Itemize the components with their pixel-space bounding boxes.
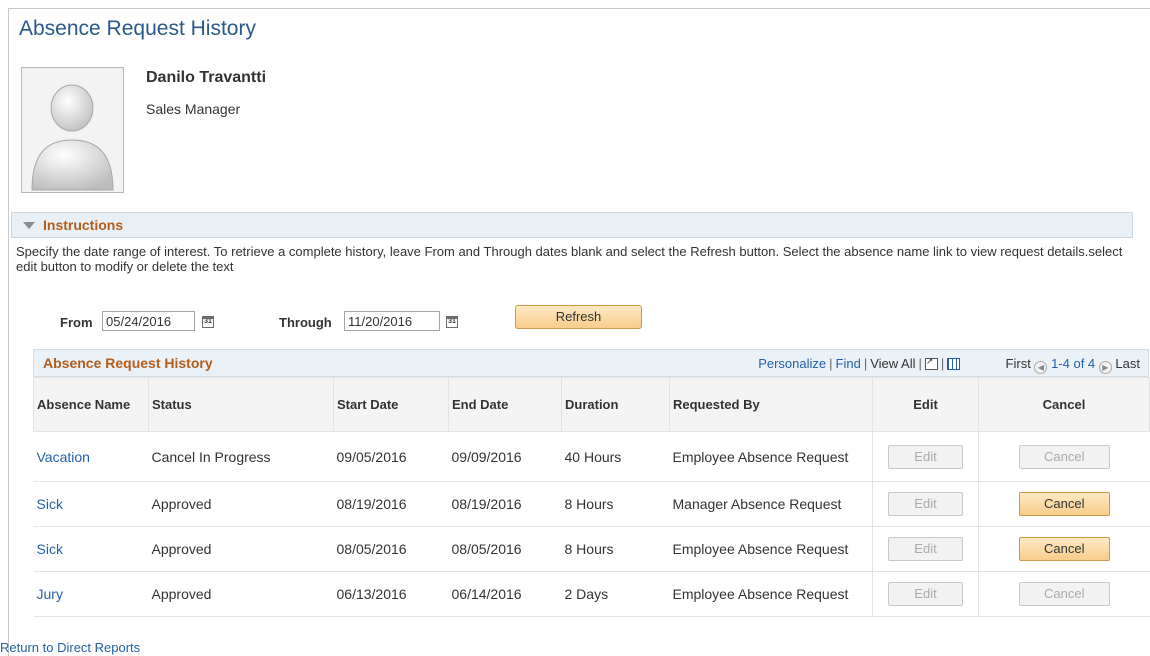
from-label: From — [60, 315, 93, 330]
start-date-cell: 09/05/2016 — [333, 431, 449, 482]
start-date-cell: 06/13/2016 — [333, 571, 449, 617]
employee-name: Danilo Travantti — [146, 69, 267, 86]
instructions-section-header[interactable]: Instructions — [11, 212, 1133, 238]
column-header-requested-by: Requested By — [669, 377, 873, 432]
edit-button-disabled: Edit — [888, 492, 963, 516]
through-label: Through — [279, 315, 332, 330]
requested-by-cell: Employee Absence Request — [669, 526, 873, 572]
column-header-status: Status — [148, 377, 334, 432]
return-to-direct-reports-link[interactable]: Return to Direct Reports — [0, 640, 140, 655]
download-spreadsheet-icon[interactable] — [947, 358, 961, 370]
table-row: Sick Approved 08/19/2016 08/19/2016 8 Ho… — [33, 481, 1150, 527]
instructions-text: Specify the date range of interest. To r… — [16, 244, 1123, 274]
column-header-cancel: Cancel — [978, 377, 1150, 432]
end-date-cell: 06/14/2016 — [448, 571, 562, 617]
column-header-end-date: End Date — [448, 377, 562, 432]
edit-button-disabled: Edit — [888, 444, 963, 469]
duration-cell: 8 Hours — [561, 481, 670, 527]
status-cell: Approved — [148, 571, 334, 617]
collapse-triangle-icon[interactable] — [23, 222, 35, 229]
start-date-cell: 08/05/2016 — [333, 526, 449, 572]
cancel-button[interactable]: Cancel — [1018, 537, 1110, 561]
cancel-button-disabled: Cancel — [1018, 444, 1110, 469]
person-silhouette-icon — [22, 68, 123, 192]
absence-name-link[interactable]: Jury — [37, 586, 63, 602]
status-cell: Approved — [148, 526, 334, 572]
table-row: Vacation Cancel In Progress 09/05/2016 0… — [33, 431, 1150, 482]
column-header-start-date: Start Date — [333, 377, 449, 432]
edit-button-disabled: Edit — [888, 537, 963, 561]
from-calendar-icon[interactable]: 31 — [202, 316, 214, 328]
requested-by-cell: Manager Absence Request — [669, 481, 873, 527]
through-date-input[interactable] — [344, 311, 440, 331]
absence-name-link[interactable]: Vacation — [37, 449, 90, 465]
cancel-button[interactable]: Cancel — [1018, 492, 1110, 516]
toolbar-separator: | — [940, 356, 945, 371]
table-row: Sick Approved 08/05/2016 08/05/2016 8 Ho… — [33, 526, 1150, 572]
absence-history-table: Absence Name Status Start Date End Date … — [33, 377, 1150, 617]
table-row: Jury Approved 06/13/2016 06/14/2016 2 Da… — [33, 571, 1150, 617]
requested-by-cell: Employee Absence Request — [669, 431, 873, 482]
status-cell: Cancel In Progress — [148, 431, 334, 482]
table-header-row: Absence Name Status Start Date End Date … — [33, 377, 1150, 432]
column-header-absence-name: Absence Name — [33, 377, 149, 432]
end-date-cell: 09/09/2016 — [448, 431, 562, 482]
status-cell: Approved — [148, 481, 334, 527]
instructions-label: Instructions — [43, 217, 124, 233]
grid-title: Absence Request History — [43, 355, 213, 371]
duration-cell: 8 Hours — [561, 526, 670, 572]
absence-name-link[interactable]: Sick — [37, 496, 63, 512]
toolbar-separator: | — [829, 356, 833, 371]
column-header-duration: Duration — [561, 377, 670, 432]
edit-button-disabled: Edit — [888, 582, 963, 606]
toolbar-separator: | — [863, 356, 868, 371]
page-frame-top-border — [8, 8, 1150, 9]
toolbar-separator: | — [918, 356, 922, 371]
from-date-input[interactable] — [102, 311, 195, 331]
duration-cell: 40 Hours — [561, 431, 670, 482]
grid-header: Absence Request History Personalize | Find… — [33, 349, 1149, 377]
zoom-grid-icon[interactable] — [924, 356, 938, 370]
page-title: Absence Request History — [19, 17, 256, 40]
start-date-cell: 08/19/2016 — [333, 481, 449, 527]
employee-job-title: Sales Manager — [146, 101, 241, 117]
find-link[interactable]: Find — [836, 356, 861, 371]
column-header-edit: Edit — [872, 377, 979, 432]
view-all-link[interactable]: View All — [870, 356, 915, 371]
requested-by-cell: Employee Absence Request — [669, 571, 873, 617]
row-range-text: 1-4 of 4 — [1051, 356, 1096, 371]
end-date-cell: 08/19/2016 — [448, 481, 562, 527]
last-link[interactable]: Last — [1115, 356, 1140, 371]
first-link[interactable]: First — [1006, 356, 1031, 371]
page-frame-left-border — [8, 8, 9, 656]
through-calendar-icon[interactable]: 31 — [446, 316, 458, 328]
personalize-link[interactable]: Personalize — [758, 356, 826, 371]
previous-arrow-icon[interactable]: ◀ — [1034, 361, 1048, 374]
end-date-cell: 08/05/2016 — [448, 526, 562, 572]
refresh-button[interactable]: Refresh — [515, 305, 642, 329]
duration-cell: 2 Days — [561, 571, 670, 617]
avatar — [21, 67, 124, 193]
next-arrow-icon[interactable]: ▶ — [1098, 361, 1112, 374]
cancel-button-disabled: Cancel — [1018, 582, 1110, 606]
absence-name-link[interactable]: Sick — [37, 541, 63, 557]
grid-toolbar: Personalize|Find|View All|| First ◀ 1-4 … — [758, 356, 1140, 374]
